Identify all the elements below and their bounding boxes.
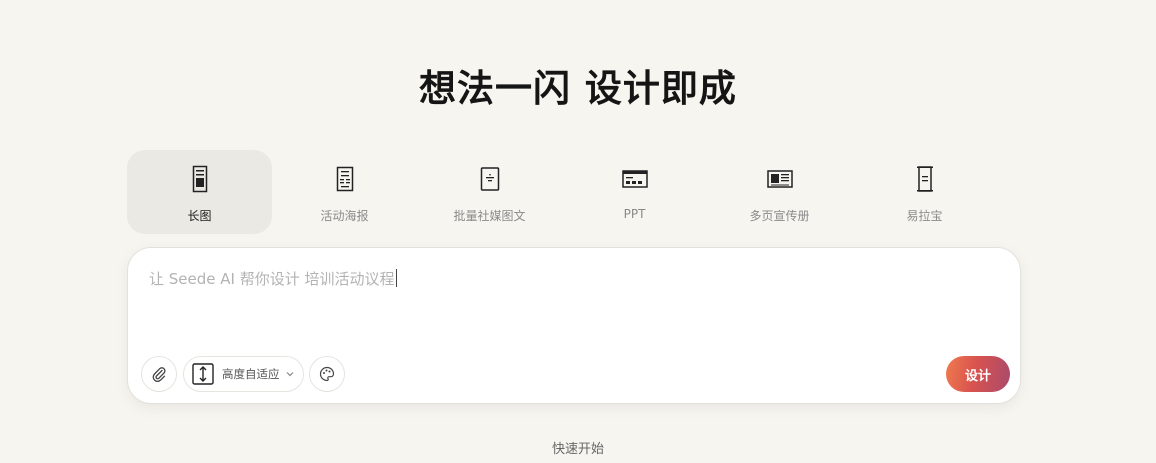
- tab-label: 多页宣传册: [749, 209, 810, 223]
- quick-start-heading: 快速开始: [551, 442, 604, 457]
- chevron-down-icon: [286, 372, 293, 377]
- tab-long-image[interactable]: 长图: [127, 150, 272, 234]
- tab-brochure[interactable]: 多页宣传册: [707, 150, 852, 234]
- tab-ppt[interactable]: PPT: [562, 150, 707, 234]
- page-title: 想法一闪 设计即成: [419, 67, 737, 110]
- prompt-composer: 让 Seede AI 帮你设计 培训活动议程 高度自适应 设计: [127, 247, 1021, 404]
- paperclip-icon: [152, 367, 166, 382]
- size-select-label: 高度自适应: [222, 367, 280, 381]
- text-caret: [395, 269, 397, 287]
- design-submit-button[interactable]: 设计: [946, 356, 1010, 392]
- tab-label: 批量社媒图文: [453, 209, 526, 223]
- design-type-tabs: 长图 活动海报 批量社媒图文 PPT 多页宣传册 易拉宝: [127, 150, 1001, 234]
- tab-label: 易拉宝: [906, 209, 943, 223]
- size-select[interactable]: 高度自适应: [183, 356, 304, 392]
- tab-label: 长图: [187, 209, 212, 223]
- prompt-placeholder: 让 Seede AI 帮你设计 培训活动议程: [149, 270, 395, 288]
- prompt-input[interactable]: 让 Seede AI 帮你设计 培训活动议程: [149, 268, 397, 289]
- style-palette-button[interactable]: [309, 356, 345, 392]
- tab-social-post[interactable]: 批量社媒图文: [417, 150, 562, 234]
- brochure-icon: [766, 170, 793, 188]
- attach-button[interactable]: [141, 356, 177, 392]
- long-image-icon: [192, 165, 207, 193]
- tab-poster[interactable]: 活动海报: [272, 150, 417, 234]
- ppt-icon: [621, 170, 648, 188]
- tab-rollup-banner[interactable]: 易拉宝: [852, 150, 997, 234]
- poster-icon: [336, 166, 353, 192]
- palette-icon: [319, 366, 335, 382]
- tab-label: 活动海报: [320, 209, 369, 223]
- height-auto-icon: [192, 363, 214, 385]
- tab-label: PPT: [623, 207, 646, 221]
- social-post-icon: [480, 167, 499, 191]
- rollup-banner-icon: [916, 166, 933, 192]
